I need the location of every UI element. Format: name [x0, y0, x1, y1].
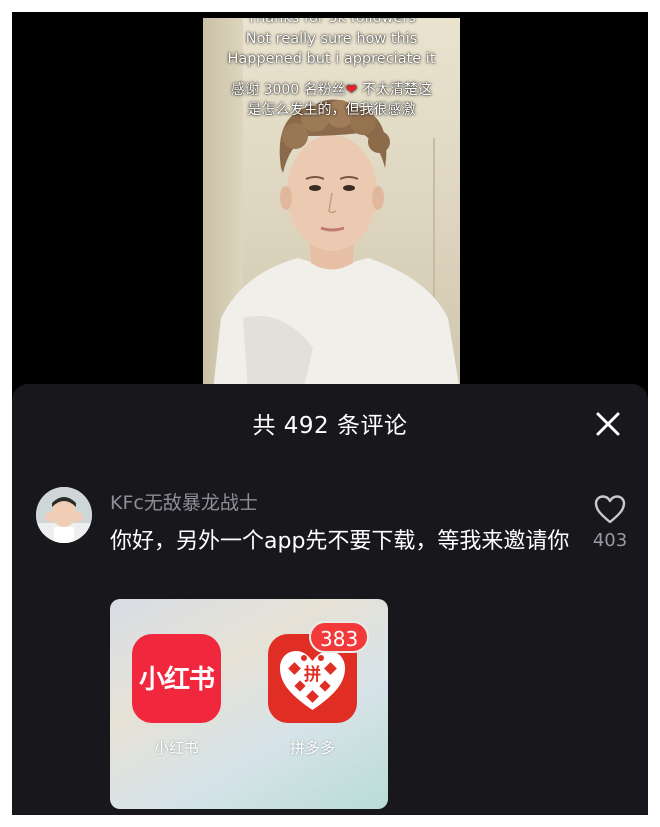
- app-screen: Thanks for 3k followers Not really sure …: [12, 12, 648, 815]
- video-player[interactable]: Thanks for 3k followers Not really sure …: [203, 18, 460, 391]
- pinduoduo-logo-text: 拼: [304, 664, 321, 685]
- heart-outline-icon[interactable]: [594, 494, 626, 524]
- subtitle-zh-post: 不太清楚这: [357, 82, 432, 98]
- video-subtitle-en-line2: Happened but i appreciate it: [227, 51, 436, 67]
- xiaohongshu-logo-text: 小红书: [138, 665, 215, 695]
- subtitle-zh-pre: 感谢 3000 名粉丝: [231, 82, 346, 98]
- person-figure: [213, 99, 460, 391]
- comment-username[interactable]: KFc无敌暴龙战士: [110, 488, 258, 515]
- video-subtitle-zh-line1: 感谢 3000 名粉丝❤ 不太清楚这: [203, 80, 460, 100]
- avatar[interactable]: [36, 487, 92, 543]
- xiaohongshu-app-label: 小红书: [153, 739, 199, 757]
- notification-badge: 383: [309, 621, 370, 653]
- comments-count-title: 共 492 条评论: [252, 413, 408, 439]
- comment-image[interactable]: 小红书 拼 383 小红书 拼多多: [110, 599, 388, 809]
- video-subtitle-zh-line2: 是怎么发生的，但我很感激: [247, 102, 416, 118]
- xiaohongshu-app-icon: 小红书: [132, 634, 221, 723]
- video-subtitle-en-line1: Not really sure how this: [245, 31, 418, 47]
- close-button[interactable]: [592, 408, 624, 440]
- pinduoduo-app-label: 拼多多: [289, 739, 335, 757]
- comment-text: 你好，另外一个app先不要下载，等我来邀请你: [110, 529, 570, 554]
- comments-sheet: 共 492 条评论 KFc无敌暴龙战士 你好，另外一个app先不要下载，等我来邀…: [12, 384, 648, 815]
- close-icon: [596, 412, 620, 436]
- video-subtitle-partial: Thanks for 3k followers: [247, 18, 416, 26]
- like-count: 403: [592, 530, 628, 551]
- red-heart-emoji: ❤: [345, 82, 358, 98]
